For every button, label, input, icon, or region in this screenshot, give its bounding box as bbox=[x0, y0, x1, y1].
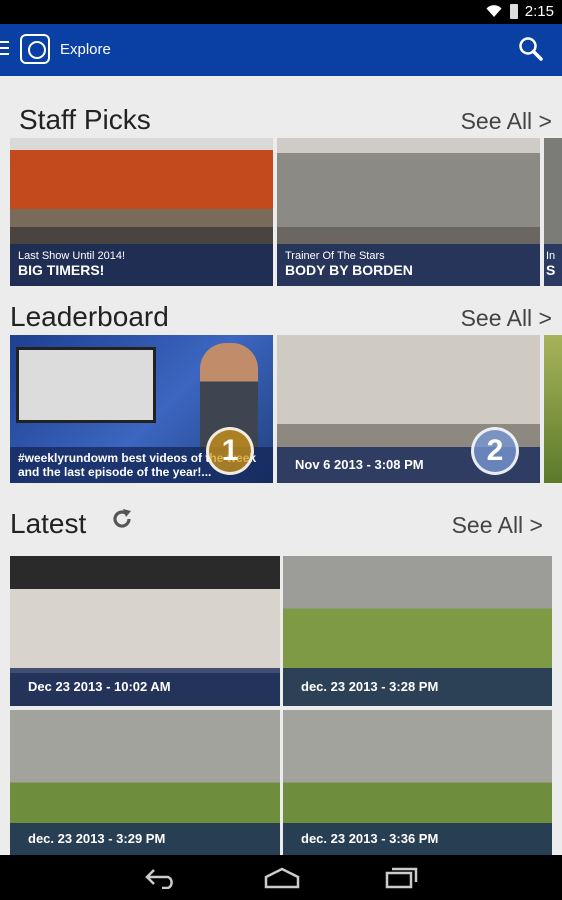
inset-video-frame bbox=[16, 347, 156, 423]
action-bar: Explore bbox=[0, 24, 562, 76]
app-logo-icon[interactable] bbox=[20, 34, 50, 64]
tile-caption: dec. 23 2013 - 3:29 PM bbox=[28, 831, 166, 846]
leaderboard-tile[interactable]: #weeklyrundowm best videos of the week a… bbox=[10, 335, 273, 483]
latest-tile[interactable]: dec. 23 2013 - 3:36 PM bbox=[283, 710, 552, 855]
wifi-icon bbox=[486, 5, 502, 18]
tile-caption: Dec 23 2013 - 10:02 AM bbox=[28, 679, 171, 694]
latest-tile[interactable]: dec. 23 2013 - 3:29 PM bbox=[10, 710, 280, 855]
system-nav-bar bbox=[0, 855, 562, 900]
tile-caption: dec. 23 2013 - 3:36 PM bbox=[301, 831, 439, 846]
back-icon[interactable] bbox=[144, 867, 178, 889]
rank-badge: 2 bbox=[471, 427, 519, 475]
menu-icon[interactable] bbox=[0, 41, 9, 57]
staff-pick-tile[interactable]: Last Show Until 2014! BIG TIMERS! bbox=[10, 138, 273, 286]
battery-icon bbox=[510, 4, 518, 19]
tile-title: BODY BY BORDEN bbox=[285, 262, 413, 278]
refresh-icon[interactable] bbox=[110, 507, 134, 531]
leaderboard-title: Leaderboard bbox=[10, 301, 169, 332]
latest-title: Latest bbox=[10, 508, 87, 539]
tile-caption: dec. 23 2013 - 3:28 PM bbox=[301, 679, 439, 694]
leaderboard-tile[interactable] bbox=[544, 335, 562, 483]
latest-tile[interactable]: dec. 23 2013 - 3:28 PM bbox=[283, 556, 552, 706]
tile-title: BIG TIMERS! bbox=[18, 262, 105, 278]
staff-pick-tile[interactable]: Trainer Of The Stars BODY BY BORDEN bbox=[277, 138, 540, 286]
staff-picks-title: Staff Picks bbox=[19, 104, 151, 135]
search-icon[interactable] bbox=[518, 36, 544, 62]
staff-pick-tile[interactable]: In S bbox=[544, 138, 562, 286]
tile-subtitle: Last Show Until 2014! bbox=[18, 250, 126, 262]
video-thumbnail bbox=[544, 335, 562, 483]
status-bar: 2:15 bbox=[0, 0, 562, 24]
staff-picks-see-all-link[interactable]: See All > bbox=[461, 108, 552, 135]
tile-title: S bbox=[546, 262, 556, 278]
leaderboard-tile[interactable]: Nov 6 2013 - 3:08 PM 2 bbox=[277, 335, 540, 483]
status-time: 2:15 bbox=[524, 3, 554, 20]
rank-badge: 1 bbox=[206, 427, 254, 475]
tile-subtitle: In bbox=[546, 250, 556, 262]
page-title: Explore bbox=[60, 41, 111, 58]
home-icon[interactable] bbox=[264, 867, 300, 889]
recent-apps-icon[interactable] bbox=[385, 867, 419, 889]
latest-see-all-link[interactable]: See All > bbox=[452, 512, 543, 539]
leaderboard-see-all-link[interactable]: See All > bbox=[461, 305, 552, 332]
latest-tile[interactable]: Dec 23 2013 - 10:02 AM bbox=[10, 556, 280, 706]
tile-subtitle: Trainer Of The Stars bbox=[285, 250, 385, 262]
